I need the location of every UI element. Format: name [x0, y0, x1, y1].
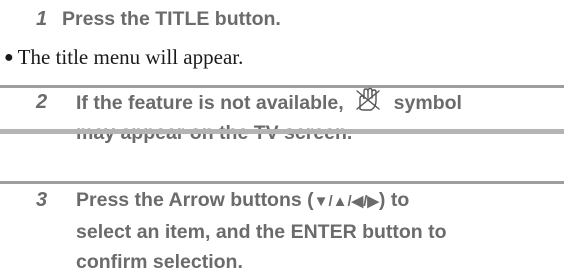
step-number: 2: [36, 91, 48, 113]
step-line: If the feature is not available, symbol: [76, 87, 462, 118]
divider: [0, 181, 564, 184]
step-2: 2 If the feature is not available, symbo…: [36, 87, 564, 148]
note-bullet-item: ● The title menu will appear.: [4, 45, 243, 70]
prohibited-hand-icon: [354, 87, 382, 113]
step-text: Press the TITLE button.: [62, 8, 281, 30]
step-line-part: ) to: [378, 189, 410, 211]
step-line: select an item, and the ENTER button to: [76, 221, 447, 243]
step-1: 1 Press the TITLE button.: [36, 6, 564, 32]
step-line-part: Press the Arrow buttons (: [76, 189, 314, 211]
step-number: 3: [36, 189, 48, 211]
divider: [0, 129, 564, 134]
step-number: 1: [36, 8, 48, 30]
arrow-buttons-icon: ▼/▲/◀/▶: [313, 193, 379, 210]
step-text: Press the Arrow buttons (▼/▲/◀/▶) to sel…: [76, 185, 447, 277]
step-3: 3 Press the Arrow buttons (▼/▲/◀/▶) to s…: [36, 185, 564, 277]
note-text: The title menu will appear.: [17, 45, 244, 69]
bullet-icon: ●: [4, 49, 14, 66]
step-line-part: If the feature is not available,: [76, 92, 344, 114]
step-line-part: symbol: [393, 92, 462, 114]
step-text: If the feature is not available, symbol …: [76, 87, 462, 148]
step-line: Press the Arrow buttons (▼/▲/◀/▶) to: [76, 185, 447, 217]
